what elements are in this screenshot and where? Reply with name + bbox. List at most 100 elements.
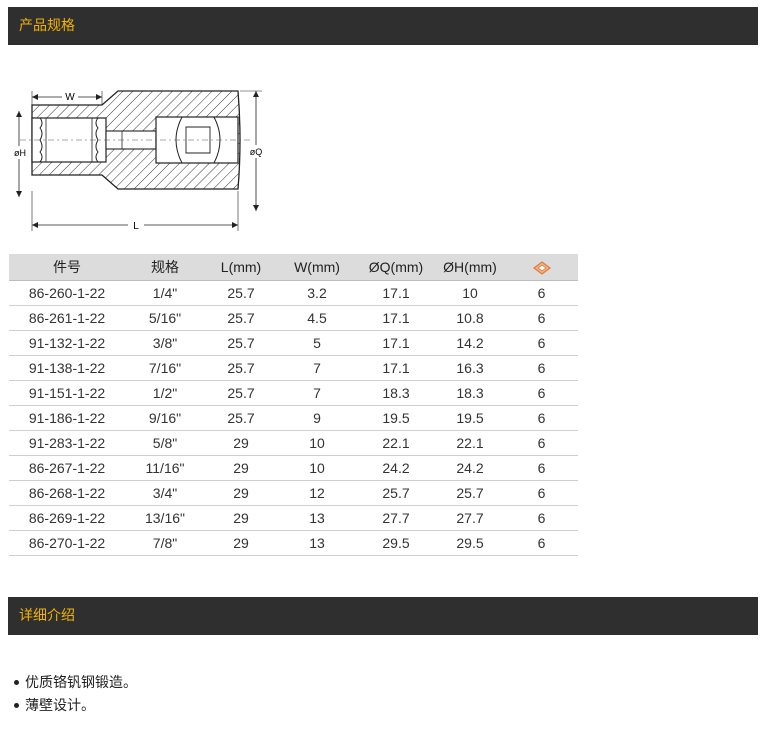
cell-length: 25.7 xyxy=(205,305,277,331)
cell-points: 6 xyxy=(505,430,578,456)
header-h-diameter: ØH(mm) xyxy=(435,254,505,281)
cell-part-number: 86-260-1-22 xyxy=(9,280,125,306)
cell-length: 29 xyxy=(205,530,277,556)
cell-q-diameter: 19.5 xyxy=(357,405,435,431)
table-row: 86-269-1-22 13/16" 29 13 27.7 27.7 6 xyxy=(9,505,578,531)
cell-length: 29 xyxy=(205,480,277,506)
cell-q-diameter: 17.1 xyxy=(357,330,435,356)
cell-points: 6 xyxy=(505,505,578,531)
cell-size: 7/16" xyxy=(125,355,205,381)
header-q-diameter: ØQ(mm) xyxy=(357,254,435,281)
cell-points: 6 xyxy=(505,355,578,381)
cell-points: 6 xyxy=(505,455,578,481)
cell-h-diameter: 24.2 xyxy=(435,455,505,481)
socket-dimension-diagram: W øH øQ L xyxy=(10,89,268,232)
cell-q-diameter: 29.5 xyxy=(357,530,435,556)
cell-points: 6 xyxy=(505,530,578,556)
cell-width: 5 xyxy=(277,330,357,356)
table-row: 91-283-1-22 5/8" 29 10 22.1 22.1 6 xyxy=(9,430,578,456)
cell-h-diameter: 22.1 xyxy=(435,430,505,456)
feature-item: 优质铬钒钢锻造。 xyxy=(14,672,137,695)
cell-length: 25.7 xyxy=(205,380,277,406)
cell-points: 6 xyxy=(505,405,578,431)
cell-size: 9/16" xyxy=(125,405,205,431)
table-row: 86-267-1-22 11/16" 29 10 24.2 24.2 6 xyxy=(9,455,578,481)
cell-size: 11/16" xyxy=(125,455,205,481)
cell-width: 3.2 xyxy=(277,280,357,306)
table-header-row: 件号 规格 L(mm) W(mm) ØQ(mm) ØH(mm) xyxy=(9,254,578,281)
table-row: 86-261-1-22 5/16" 25.7 4.5 17.1 10.8 6 xyxy=(9,305,578,331)
cell-h-diameter: 18.3 xyxy=(435,380,505,406)
header-size: 规格 xyxy=(125,254,205,281)
table-row: 91-151-1-22 1/2" 25.7 7 18.3 18.3 6 xyxy=(9,380,578,406)
header-points xyxy=(505,254,578,281)
cell-part-number: 86-267-1-22 xyxy=(9,455,125,481)
cell-width: 7 xyxy=(277,355,357,381)
cell-part-number: 91-186-1-22 xyxy=(9,405,125,431)
cell-width: 13 xyxy=(277,505,357,531)
table-row: 86-260-1-22 1/4" 25.7 3.2 17.1 10 6 xyxy=(9,280,578,306)
header-length: L(mm) xyxy=(205,254,277,281)
cell-length: 25.7 xyxy=(205,405,277,431)
cell-points: 6 xyxy=(505,380,578,406)
q-label: øQ xyxy=(250,147,263,157)
feature-item: 薄壁设计。 xyxy=(14,695,137,718)
cell-size: 3/4" xyxy=(125,480,205,506)
header-part-number: 件号 xyxy=(9,254,125,281)
cell-size: 7/8" xyxy=(125,530,205,556)
details-section-header: 详细介绍 xyxy=(8,597,758,635)
table-row: 91-138-1-22 7/16" 25.7 7 17.1 16.3 6 xyxy=(9,355,578,381)
specs-section-title: 产品规格 xyxy=(19,18,75,34)
specs-section-header: 产品规格 xyxy=(8,7,758,45)
cell-q-diameter: 24.2 xyxy=(357,455,435,481)
cell-length: 29 xyxy=(205,505,277,531)
cell-part-number: 86-261-1-22 xyxy=(9,305,125,331)
cell-q-diameter: 17.1 xyxy=(357,355,435,381)
cell-part-number: 91-151-1-22 xyxy=(9,380,125,406)
cell-size: 5/16" xyxy=(125,305,205,331)
cell-size: 3/8" xyxy=(125,330,205,356)
cell-width: 12 xyxy=(277,480,357,506)
bullet-icon xyxy=(14,679,19,685)
cell-q-diameter: 27.7 xyxy=(357,505,435,531)
cell-width: 9 xyxy=(277,405,357,431)
l-label: L xyxy=(133,221,139,232)
cell-points: 6 xyxy=(505,480,578,506)
cell-h-diameter: 10 xyxy=(435,280,505,306)
cell-h-diameter: 10.8 xyxy=(435,305,505,331)
cell-points: 6 xyxy=(505,330,578,356)
cell-width: 7 xyxy=(277,380,357,406)
cell-size: 5/8" xyxy=(125,430,205,456)
w-label: W xyxy=(65,92,75,103)
cell-q-diameter: 22.1 xyxy=(357,430,435,456)
cell-h-diameter: 19.5 xyxy=(435,405,505,431)
cell-q-diameter: 17.1 xyxy=(357,280,435,306)
point-count-icon xyxy=(532,260,551,275)
cell-part-number: 86-270-1-22 xyxy=(9,530,125,556)
cell-q-diameter: 18.3 xyxy=(357,380,435,406)
cell-size: 13/16" xyxy=(125,505,205,531)
cell-part-number: 91-138-1-22 xyxy=(9,355,125,381)
cell-h-diameter: 29.5 xyxy=(435,530,505,556)
cell-length: 25.7 xyxy=(205,355,277,381)
cell-part-number: 91-283-1-22 xyxy=(9,430,125,456)
table-row: 91-132-1-22 3/8" 25.7 5 17.1 14.2 6 xyxy=(9,330,578,356)
cell-h-diameter: 16.3 xyxy=(435,355,505,381)
cell-width: 10 xyxy=(277,455,357,481)
cell-length: 25.7 xyxy=(205,330,277,356)
cell-part-number: 86-268-1-22 xyxy=(9,480,125,506)
table-row: 86-268-1-22 3/4" 29 12 25.7 25.7 6 xyxy=(9,480,578,506)
cell-h-diameter: 25.7 xyxy=(435,480,505,506)
cell-length: 29 xyxy=(205,455,277,481)
cell-length: 29 xyxy=(205,430,277,456)
cell-q-diameter: 25.7 xyxy=(357,480,435,506)
feature-text: 薄壁设计。 xyxy=(25,698,95,714)
cell-size: 1/4" xyxy=(125,280,205,306)
cell-points: 6 xyxy=(505,280,578,306)
cell-size: 1/2" xyxy=(125,380,205,406)
cell-part-number: 86-269-1-22 xyxy=(9,505,125,531)
details-section-title: 详细介绍 xyxy=(19,608,75,624)
cell-h-diameter: 14.2 xyxy=(435,330,505,356)
feature-list: 优质铬钒钢锻造。 薄壁设计。 xyxy=(14,672,137,718)
cell-length: 25.7 xyxy=(205,280,277,306)
